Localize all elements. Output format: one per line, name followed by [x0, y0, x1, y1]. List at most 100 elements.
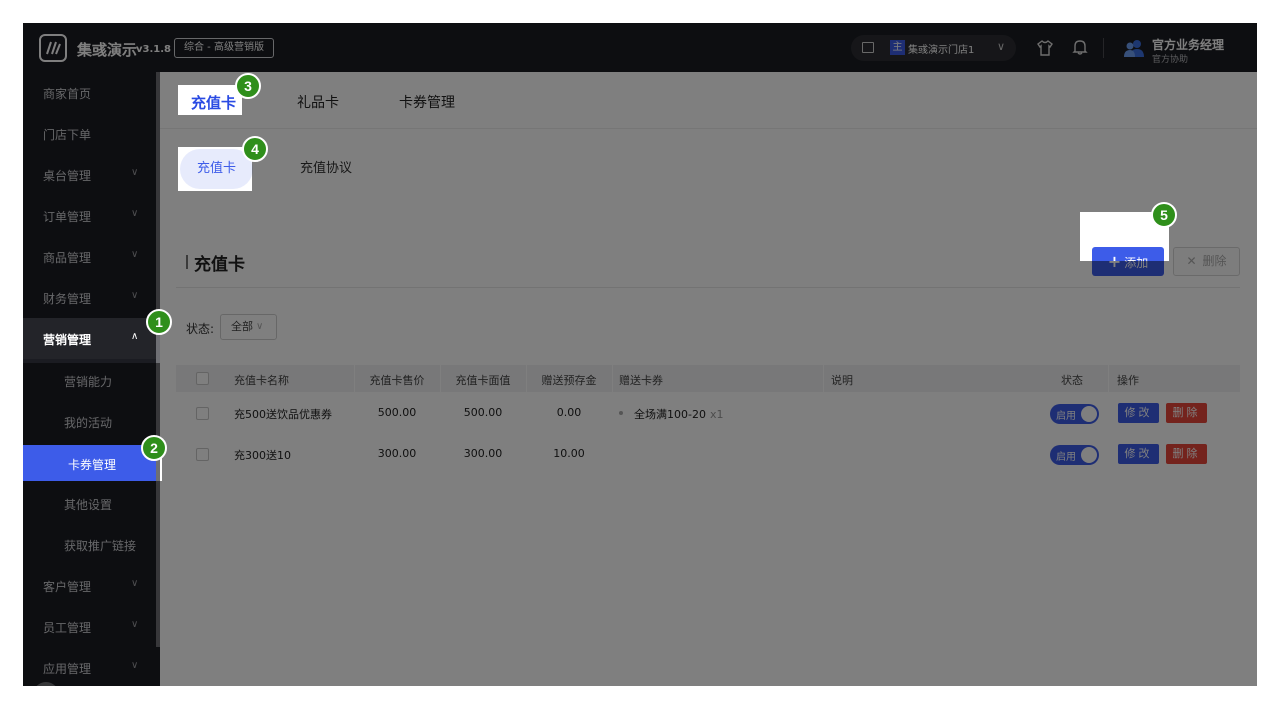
column-header: 说明 [831, 374, 853, 387]
tab-recharge-card[interactable]: 充值卡 [191, 92, 236, 113]
sidebar-item-label: 财务管理 [43, 292, 92, 306]
status-toggle[interactable]: 启用 [1050, 445, 1099, 465]
sidebar-item-label: 营销管理 [43, 333, 92, 347]
sidebar-item-label: 桌台管理 [43, 169, 92, 183]
delete-row-button[interactable]: 删除 [1166, 403, 1207, 423]
column-header: 充值卡面值 [455, 374, 511, 387]
sidebar-item-label: 应用管理 [43, 662, 92, 676]
delete-button[interactable]: ✕ 删除 [1173, 247, 1240, 276]
toggle-knob [1081, 447, 1097, 463]
column-header: 状态 [1061, 374, 1083, 387]
sidebar-item-staff[interactable]: 员工管理 ∨ [23, 606, 156, 647]
chevron-down-icon: ∨ [131, 208, 139, 219]
table-row: 充500送饮品优惠券 500.00 500.00 0.00 全场满100-20 x… [176, 393, 1240, 434]
brand-name: 集彧演示 [77, 41, 138, 59]
bell-icon[interactable] [1072, 38, 1088, 56]
sidebar-item-card-coupons[interactable]: 卡券管理 [23, 445, 156, 481]
version-label: v3.1.8 [136, 44, 171, 55]
column-header: 赠送预存金 [541, 374, 597, 387]
add-button[interactable]: + 添加 [1092, 247, 1164, 276]
sidebar-item-label: 其他设置 [64, 498, 113, 512]
coupon-quantity: x1 [709, 408, 724, 421]
card-bonus: 10.00 [553, 447, 585, 460]
step-badge: 2 [141, 435, 167, 461]
step-badge: 1 [146, 309, 172, 335]
sidebar-item-store-order[interactable]: 门店下单 [23, 113, 156, 154]
sidebar-item-products[interactable]: 商品管理 ∨ [23, 236, 156, 277]
status-filter-select[interactable]: 全部 ∨ [220, 314, 277, 340]
status-filter-label: 状态: [186, 322, 215, 336]
sidebar-item-finance[interactable]: 财务管理 ∨ [23, 277, 156, 318]
status-filter-value: 全部 [231, 320, 253, 333]
delete-row-button[interactable]: 删除 [1166, 444, 1207, 464]
card-face-value: 500.00 [463, 406, 503, 419]
content-panel: 充值卡 + 添加 ✕ 删除 状态: 全部 ∨ 充值卡名称 充值卡售价 充值卡面值 赠送… [160, 200, 1257, 686]
column-header: 操作 [1117, 374, 1139, 387]
sidebar-item-tables[interactable]: 桌台管理 ∨ [23, 154, 156, 195]
divider [612, 365, 613, 392]
row-checkbox[interactable] [196, 448, 209, 461]
user-name[interactable]: 官方业务经理 [1152, 36, 1224, 53]
chevron-down-icon: ∨ [131, 167, 139, 178]
sidebar-item-apps[interactable]: 应用管理 ∨ [23, 647, 156, 686]
chevron-down-icon: ∨ [997, 40, 1006, 53]
card-name: 充500送饮品优惠券 [234, 408, 332, 421]
sidebar-item-label: 门店下单 [43, 128, 92, 142]
bullet-icon [619, 411, 623, 415]
sidebar: 商家首页 门店下单 桌台管理 ∨ 订单管理 ∨ 商品管理 ∨ 财务管理 ∨ 营销管理 ∧ … [23, 72, 160, 686]
divider [1108, 365, 1109, 392]
chevron-down-icon: ∨ [256, 321, 264, 332]
chevron-up-icon: ∧ [131, 331, 139, 342]
divider [823, 365, 824, 392]
step-badge: 3 [235, 73, 261, 99]
sidebar-item-marketing-ability[interactable]: 营销能力 [23, 360, 156, 401]
shirt-icon[interactable] [1036, 39, 1054, 57]
status-toggle[interactable]: 启用 [1050, 404, 1099, 424]
chevron-down-icon: ∨ [131, 660, 139, 671]
chevron-down-icon: ∨ [131, 249, 139, 260]
column-header: 充值卡售价 [369, 374, 425, 387]
sidebar-item-my-activities[interactable]: 我的活动 [23, 401, 156, 442]
coupon-name: 全场满100-20 [634, 408, 706, 421]
close-icon: ✕ [1186, 254, 1197, 268]
sidebar-item-label: 商家首页 [43, 87, 92, 101]
sidebar-item-label: 员工管理 [43, 621, 92, 635]
tab-gift-card[interactable]: 礼品卡 [297, 92, 339, 112]
divider [1103, 38, 1104, 58]
sidebar-item-home[interactable]: 商家首页 [23, 72, 156, 113]
edit-button[interactable]: 修改 [1118, 403, 1159, 423]
main-content: 充值卡 礼品卡 卡券管理 充值卡 充值协议 充值卡 + 添加 ✕ 删除 状态: 全部… [160, 72, 1257, 686]
chevron-down-icon: ∨ [131, 290, 139, 301]
table-header: 充值卡名称 充值卡售价 充值卡面值 赠送预存金 赠送卡券 说明 状态 操作 [176, 365, 1240, 392]
card-price: 500.00 [377, 406, 417, 419]
sidebar-item-label: 客户管理 [43, 580, 92, 594]
sidebar-item-label: 商品管理 [43, 251, 92, 265]
chevron-down-icon: ∨ [131, 619, 139, 630]
add-button-label: 添加 [1124, 256, 1149, 270]
subtab-recharge-agreement[interactable]: 充值协议 [281, 149, 371, 189]
sidebar-item-marketing[interactable]: 营销管理 ∧ [23, 318, 156, 359]
chevron-down-icon: ∨ [131, 578, 139, 589]
store-select[interactable]: 主 集彧演示门店1 ∨ [851, 35, 1016, 61]
step-badge: 4 [242, 136, 268, 162]
logo-icon [39, 34, 67, 62]
card-face-value: 300.00 [463, 447, 503, 460]
section-title: 充值卡 [194, 255, 245, 275]
tab-coupon-manage[interactable]: 卡券管理 [399, 92, 455, 112]
column-header: 充值卡名称 [234, 374, 289, 387]
sidebar-item-orders[interactable]: 订单管理 ∨ [23, 195, 156, 236]
sidebar-item-promo-link[interactable]: 获取推广链接 [23, 524, 156, 565]
edit-button[interactable]: 修改 [1118, 444, 1159, 464]
plus-icon: + [1107, 252, 1122, 271]
app-window: 集彧演示 v3.1.8 综合 - 高级营销版 主 集彧演示门店1 ∨ 官方业务经… [23, 23, 1257, 686]
store-icon [862, 42, 874, 53]
subtab-recharge-card[interactable]: 充值卡 [180, 149, 253, 189]
step-badge: 5 [1151, 202, 1177, 228]
row-checkbox[interactable] [196, 407, 209, 420]
select-all-checkbox[interactable] [196, 372, 209, 385]
delete-button-label: 删除 [1202, 254, 1227, 268]
sidebar-item-customers[interactable]: 客户管理 ∨ [23, 565, 156, 606]
tab-bar: 充值卡 礼品卡 卡券管理 [160, 72, 1257, 128]
toggle-label: 启用 [1056, 411, 1076, 422]
sidebar-item-other-settings[interactable]: 其他设置 [23, 483, 156, 524]
